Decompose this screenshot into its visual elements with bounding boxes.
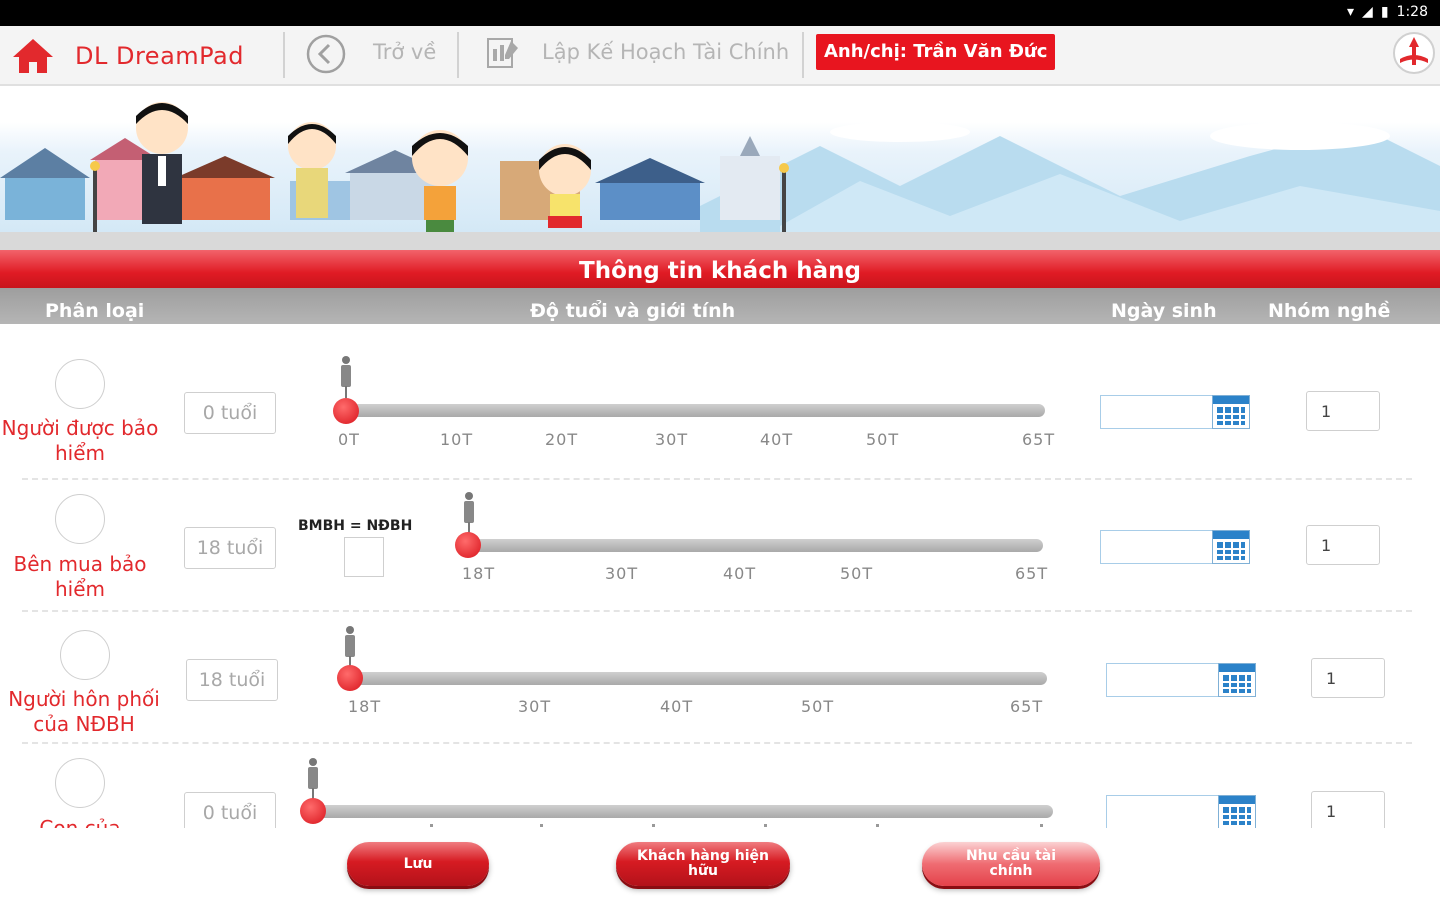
wifi-icon: ▾ xyxy=(1347,4,1355,20)
row-label: Con của xyxy=(39,816,121,828)
family-town-illustration xyxy=(0,102,1440,250)
age-slider-track[interactable] xyxy=(340,404,1045,417)
tick-mark xyxy=(652,824,655,827)
age-slider-track[interactable] xyxy=(345,672,1047,685)
tick-label: 65T xyxy=(1015,564,1049,583)
tick-label: 65T xyxy=(1010,697,1044,716)
person-icon xyxy=(463,492,475,534)
bottom-action-bar: Lưu Khách hàng hiện hữu Nhu cầu tài chín… xyxy=(0,830,1440,900)
section-header: Thông tin khách hàng xyxy=(0,250,1440,288)
person-icon xyxy=(344,626,356,668)
row-label: Người hôn phối của NĐBH xyxy=(8,687,160,736)
occupation-input[interactable]: 1 xyxy=(1311,791,1385,828)
tick-label: 30T xyxy=(655,430,689,449)
age-display: 18 tuổi xyxy=(186,659,278,701)
customer-rows: Người được bảo hiểm 0 tuổi 0T 10T 20T 30… xyxy=(0,324,1440,828)
tick-label: 50T xyxy=(801,697,835,716)
calendar-icon[interactable] xyxy=(1218,663,1256,697)
calendar-icon[interactable] xyxy=(1212,395,1250,429)
tick-label: 10T xyxy=(440,430,474,449)
age-slider-track[interactable] xyxy=(308,805,1053,818)
tick-mark xyxy=(1040,824,1043,827)
row-select-radio[interactable] xyxy=(60,630,110,680)
plan-button[interactable]: Lập Kế Hoạch Tài Chính xyxy=(542,40,789,64)
nav-divider xyxy=(802,32,804,78)
row-label: Người được bảo hiểm xyxy=(1,416,159,465)
age-slider-thumb[interactable] xyxy=(455,532,481,558)
age-slider-thumb[interactable] xyxy=(337,665,363,691)
dob-input[interactable] xyxy=(1100,395,1214,429)
back-button[interactable]: Trở về xyxy=(373,40,436,64)
tick-label: 30T xyxy=(518,697,552,716)
column-occupation: Nhóm nghề xyxy=(1268,300,1391,322)
tick-label: 50T xyxy=(866,430,900,449)
row-divider xyxy=(22,742,1412,744)
same-person-checkbox[interactable] xyxy=(344,537,384,577)
dob-input[interactable] xyxy=(1106,795,1220,828)
save-button[interactable]: Lưu xyxy=(347,842,489,886)
tick-mark xyxy=(430,824,433,827)
column-dob: Ngày sinh xyxy=(1111,300,1217,322)
person-icon xyxy=(307,758,319,800)
status-time: 1:28 xyxy=(1396,4,1428,20)
signal-icon: ◢ xyxy=(1362,4,1373,20)
row-select-radio[interactable] xyxy=(55,359,105,409)
tick-mark xyxy=(764,824,767,827)
occupation-input[interactable]: 1 xyxy=(1306,525,1380,565)
dob-input[interactable] xyxy=(1106,663,1220,697)
status-bar: ▾ ◢ ▮ 1:28 xyxy=(0,0,1440,26)
customer-badge[interactable]: Anh/chị: Trần Văn Đức xyxy=(816,34,1056,70)
financial-needs-button[interactable]: Nhu cầu tài chính xyxy=(922,842,1100,886)
person-icon xyxy=(340,356,352,398)
age-slider-thumb[interactable] xyxy=(333,398,359,424)
tick-label: 40T xyxy=(660,697,694,716)
calendar-icon[interactable] xyxy=(1218,795,1256,828)
age-display: 0 tuổi xyxy=(184,792,276,828)
battery-icon: ▮ xyxy=(1380,4,1389,20)
tick-label: 18T xyxy=(462,564,496,583)
column-header-bar: Phân loại Độ tuổi và giới tính Ngày sinh… xyxy=(0,288,1440,324)
road xyxy=(0,232,1440,250)
tick-label: 50T xyxy=(840,564,874,583)
tick-label: 30T xyxy=(605,564,639,583)
tick-label: 18T xyxy=(348,697,382,716)
row-select-radio[interactable] xyxy=(55,494,105,544)
banner-illustration xyxy=(0,86,1440,250)
dai-ichi-logo-icon[interactable] xyxy=(1392,31,1436,75)
column-category: Phân loại xyxy=(45,300,145,322)
existing-customer-button[interactable]: Khách hàng hiện hữu xyxy=(616,842,790,886)
section-title: Thông tin khách hàng xyxy=(579,258,861,284)
same-person-checkbox-label: BMBH = NĐBH xyxy=(298,518,413,534)
row-divider xyxy=(22,478,1412,480)
age-display: 18 tuổi xyxy=(184,527,276,569)
tick-label: 20T xyxy=(545,430,579,449)
age-slider-track[interactable] xyxy=(465,539,1043,552)
back-icon[interactable] xyxy=(305,33,347,75)
dob-input[interactable] xyxy=(1100,530,1214,564)
brand-name[interactable]: DL DreamPad xyxy=(75,42,244,70)
age-slider-thumb[interactable] xyxy=(300,798,326,824)
plan-icon xyxy=(487,38,518,68)
top-nav: DL DreamPad Trở về Lập Kế Hoạch Tài Chín… xyxy=(0,26,1440,86)
tick-label: 40T xyxy=(723,564,757,583)
tick-label: 0T xyxy=(338,430,360,449)
home-icon[interactable] xyxy=(10,36,56,76)
age-display: 0 tuổi xyxy=(184,392,276,434)
occupation-input[interactable]: 1 xyxy=(1306,391,1380,431)
nav-divider xyxy=(457,32,459,78)
calendar-icon[interactable] xyxy=(1212,530,1250,564)
occupation-input[interactable]: 1 xyxy=(1311,658,1385,698)
tick-mark xyxy=(876,824,879,827)
column-age-gender: Độ tuổi và giới tính xyxy=(530,300,736,322)
row-select-radio[interactable] xyxy=(55,758,105,808)
tick-label: 65T xyxy=(1022,430,1056,449)
tick-mark xyxy=(540,824,543,827)
tick-label: 40T xyxy=(760,430,794,449)
nav-divider xyxy=(283,32,285,78)
row-label: Bên mua bảo hiểm xyxy=(13,552,147,601)
row-divider xyxy=(22,610,1412,612)
